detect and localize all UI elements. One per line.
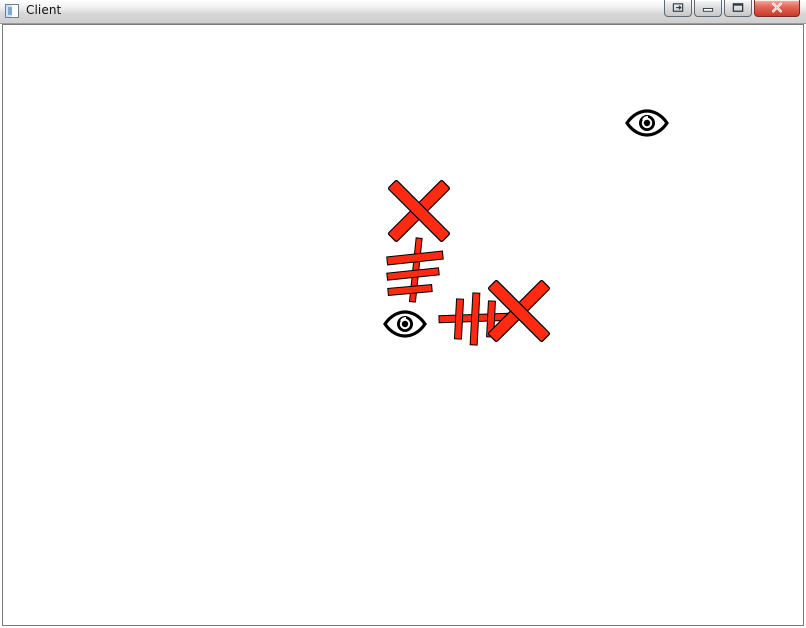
eye-icon[interactable] bbox=[383, 310, 427, 338]
minimize-icon bbox=[702, 8, 714, 12]
x-marker-icon[interactable] bbox=[483, 275, 555, 347]
window-title: Client bbox=[26, 3, 62, 17]
maximize-button[interactable] bbox=[724, 0, 752, 17]
caption-buttons bbox=[664, 0, 800, 18]
close-button[interactable] bbox=[754, 0, 800, 17]
eye-icon[interactable] bbox=[625, 109, 669, 137]
client-canvas[interactable] bbox=[2, 24, 804, 626]
restore-snap-button[interactable] bbox=[664, 0, 692, 17]
title-bar[interactable]: Client bbox=[0, 0, 806, 24]
x-marker-icon bbox=[487, 279, 551, 343]
switch-window-icon bbox=[672, 3, 684, 12]
eye-icon bbox=[383, 310, 427, 338]
minimize-button[interactable] bbox=[694, 0, 722, 17]
app-window-icon[interactable] bbox=[5, 4, 19, 18]
eye-icon bbox=[625, 109, 669, 137]
close-icon bbox=[772, 2, 782, 13]
maximize-icon bbox=[732, 3, 744, 12]
app-window: Client bbox=[0, 0, 806, 628]
